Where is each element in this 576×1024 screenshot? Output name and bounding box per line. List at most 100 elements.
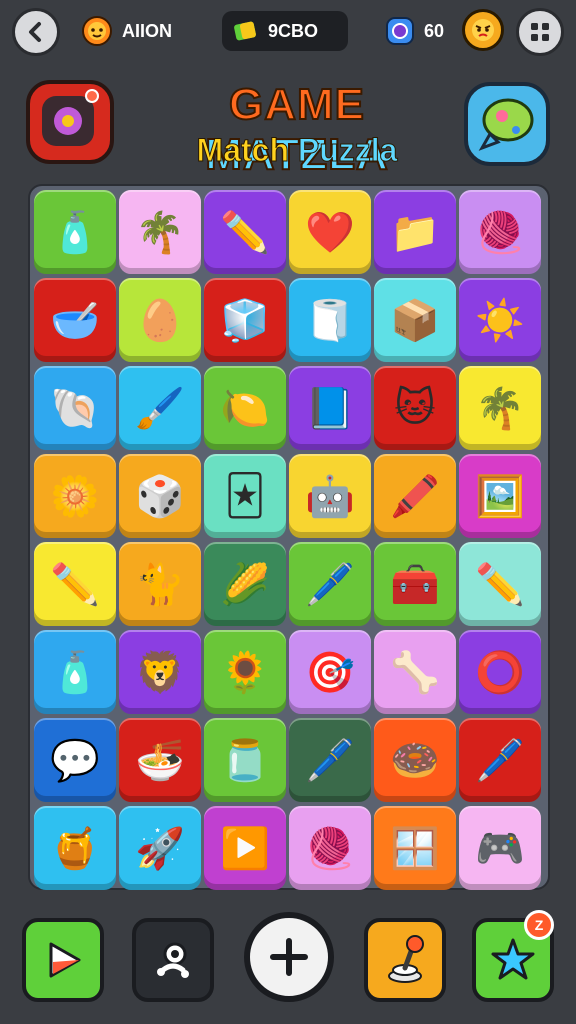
add-button[interactable] [244,912,334,1002]
palm-tree-icon: 🌴 [135,209,185,256]
heart-blob-icon: ❤️ [305,209,355,256]
player-label: AIION [122,20,173,41]
chevron-left-icon [29,22,41,42]
tile-bone[interactable]: 🦴 [374,630,456,714]
tile-lion-face[interactable]: 🦁 [119,630,201,714]
tile-egg-face[interactable]: 🥚 [119,278,201,362]
tile-play-tag[interactable]: ▶️ [204,806,286,890]
yarn-ball-icon: 🧶 [475,209,525,256]
tile-book[interactable]: 📘 [289,366,371,450]
tile-shell[interactable]: 🐚 [34,366,116,450]
tile-glue-stick[interactable]: 🧴 [34,190,116,274]
play-button[interactable] [22,918,104,1002]
palm-tree-icon: 🌴 [475,385,525,432]
back-button[interactable] [12,8,60,56]
gems-count: 60 [424,20,445,41]
pencil-icon: ✏️ [475,561,525,608]
tile-jam-jar[interactable]: 🍯 [34,806,116,890]
play-tag-icon: ▶️ [220,825,270,872]
tile-cat-face[interactable]: 🐈 [119,542,201,626]
tile-jar[interactable]: 🫙 [204,718,286,802]
sun-face-icon [82,16,112,46]
book-icon: 📘 [305,385,355,432]
tile-heart-blob[interactable]: ❤️ [289,190,371,274]
tile-dice-box[interactable]: 🎲 [119,454,201,538]
tile-donut[interactable]: 🍩 [374,718,456,802]
angry-face-icon [472,19,494,41]
tile-lemon[interactable]: 🍋 [204,366,286,450]
tile-rocket[interactable]: 🚀 [119,806,201,890]
pencil-icon: ✏️ [220,209,270,256]
speech-blob-icon: 💬 [50,737,100,784]
tile-bowl-face[interactable]: 🍜 [119,718,201,802]
tile-sun[interactable]: ☀️ [459,278,541,362]
tile-pencil[interactable]: ✏️ [34,542,116,626]
tile-cube[interactable]: 🧊 [204,278,286,362]
tile-box[interactable]: 📦 [374,278,456,362]
star-notification-badge: Z [524,910,554,940]
bone-icon: 🦴 [390,649,440,696]
flower-ring-icon: 🌼 [50,473,100,520]
tile-corn[interactable]: 🌽 [204,542,286,626]
cube-icon: 🧊 [220,297,270,344]
tile-palm-tree[interactable]: 🌴 [459,366,541,450]
tile-robot-box[interactable]: 🤖 [289,454,371,538]
tile-speech-blob[interactable]: 💬 [34,718,116,802]
tile-console[interactable]: 🎮 [459,806,541,890]
sun-flower-icon: 🌻 [220,649,270,696]
tile-card-stack[interactable]: 🃏 [204,454,286,538]
chat-badge [464,82,550,166]
tile-tape-dispenser[interactable]: 🧻 [289,278,371,362]
gems-stat: 60 [384,14,444,48]
tile-pencil[interactable]: ✏️ [204,190,286,274]
play-icon [49,942,81,978]
tile-brush[interactable]: 🖌️ [119,366,201,450]
marker-icon: 🖊️ [475,737,525,784]
menu-button[interactable] [516,8,564,56]
tile-glue-stick[interactable]: 🧴 [34,630,116,714]
game-subtitle: Match Puzzla [132,132,462,169]
donut-icon: 🍩 [390,737,440,784]
puzzle-flower-icon [42,89,99,146]
tile-yarn-ball[interactable]: 🧶 [289,806,371,890]
glue-stick-icon: 🧴 [50,649,100,696]
player-stat: AIION [80,14,172,48]
tile-pencil-frame[interactable]: 🖼️ [459,454,541,538]
cat-face-icon: 🐈 [135,561,185,608]
puzzle-badge [26,80,114,164]
pencil-frame-icon: 🖼️ [475,473,525,520]
tile-flower-ring[interactable]: 🌼 [34,454,116,538]
title-word-1: GAME [228,79,365,130]
subtitle-word-1: Match [196,132,289,169]
avatar[interactable] [462,9,504,51]
window-pencil-icon: 🪟 [390,825,440,872]
tile-ring[interactable]: ⭕ [459,630,541,714]
tile-sun-flower[interactable]: 🌻 [204,630,286,714]
yarn-ball-icon: 🧶 [305,825,355,872]
game-board: 🧴 🌴 ✏️ ❤️ 📁 🧶 🥣 🥚 🧊 🧻 📦 ☀️ 🐚 🖌️ 🍋 📘 🐱 🌴 🌼 🎲 🃏 🤖 🖍️ 🖼️ ✏️ 🐈 🌽 🖊️ 🧰 ✏️ 🧴… [28,184,550,890]
joystick-button[interactable] [364,918,446,1002]
tape-dispenser-icon: 🧻 [305,297,355,344]
tile-folder[interactable]: 📁 [374,190,456,274]
tile-crayon[interactable]: 🖍️ [374,454,456,538]
tile-toaster[interactable]: 🧰 [374,542,456,626]
top-bar: AIION 9CBO 60 [0,0,576,64]
tile-marker[interactable]: 🖊️ [289,542,371,626]
tile-bowl[interactable]: 🥣 [34,278,116,362]
corn-icon: 🌽 [220,561,270,608]
tile-yarn-ball[interactable]: 🧶 [459,190,541,274]
grid-icon [531,23,549,41]
tile-cat-blob[interactable]: 🐱 [374,366,456,450]
score-label: 9CBO [268,20,319,41]
tile-marker[interactable]: 🖊️ [289,718,371,802]
score-pill: 9CBO [222,11,348,51]
cat-blob-icon: 🐱 [394,385,436,431]
robot-button[interactable] [132,918,214,1002]
star-button[interactable]: Z [472,910,554,1002]
tile-arrow-frame[interactable]: 🎯 [289,630,371,714]
tile-pencil[interactable]: ✏️ [459,542,541,626]
tile-palm-tree[interactable]: 🌴 [119,190,201,274]
tile-window-pencil[interactable]: 🪟 [374,806,456,890]
tile-marker[interactable]: 🖊️ [459,718,541,802]
plus-icon [270,938,308,976]
